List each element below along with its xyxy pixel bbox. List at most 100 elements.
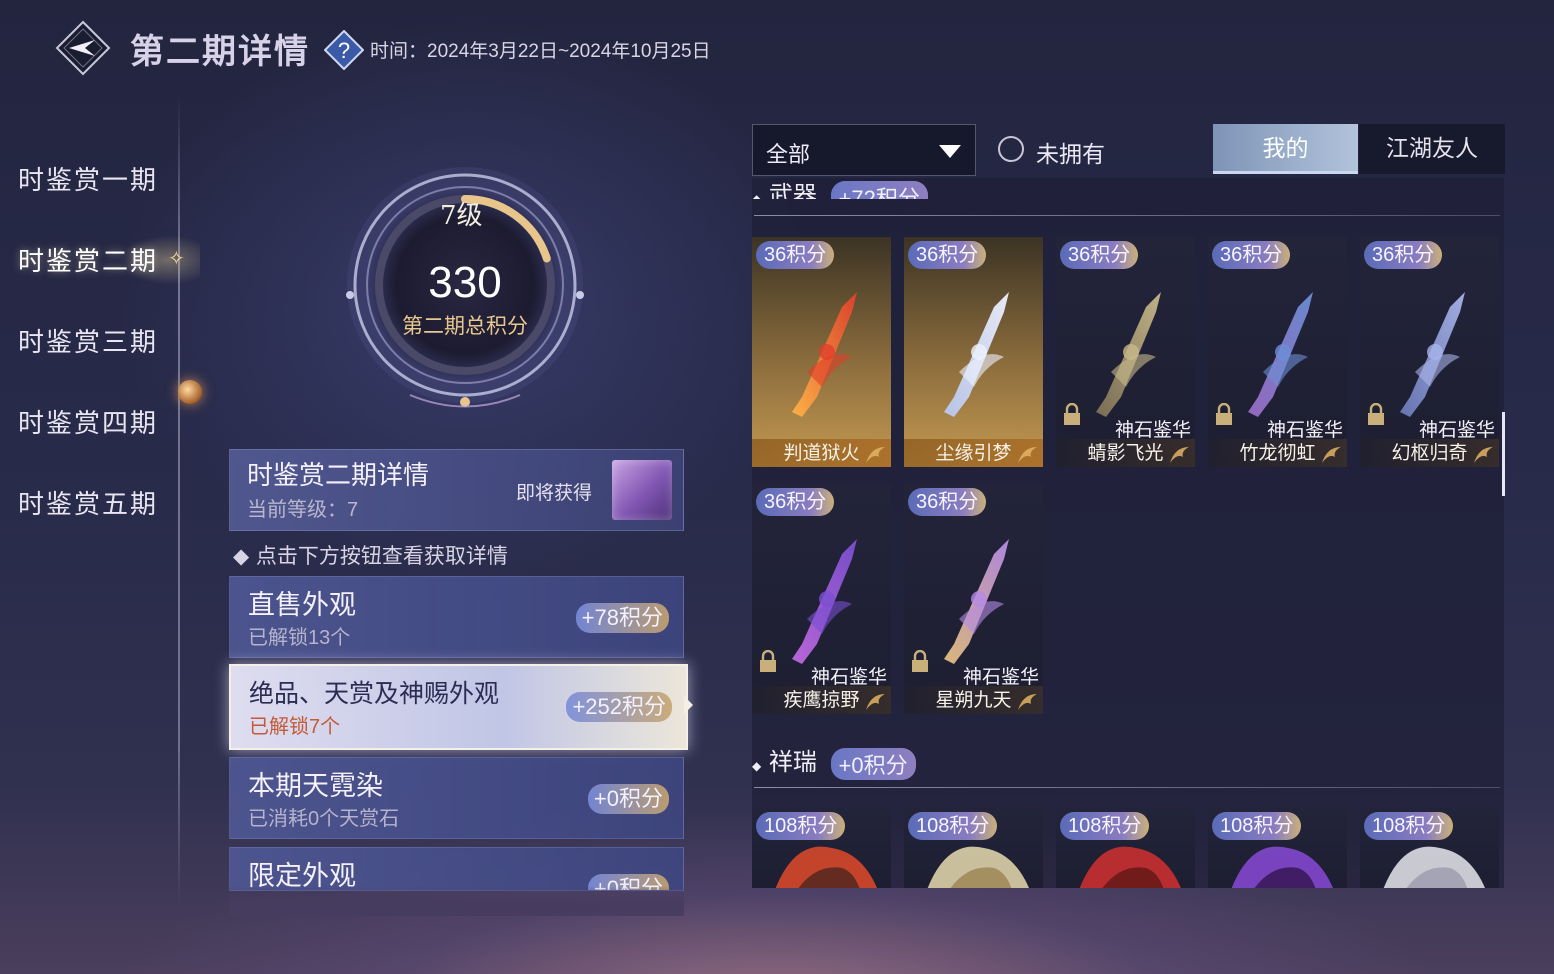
- weapon-item-card[interactable]: 36积分 判道狱火: [752, 237, 891, 467]
- item-points: 36积分: [1060, 241, 1139, 269]
- section-points: +0积分: [830, 747, 916, 780]
- weapon-art-icon: [1400, 292, 1465, 417]
- auspicious-item-card[interactable]: 108积分: [1360, 808, 1499, 888]
- category-points: +252积分: [566, 692, 672, 722]
- swirl-emblem-icon: [1018, 447, 1037, 463]
- weapon-item-card[interactable]: 36积分 尘缘引梦: [904, 237, 1043, 467]
- weapon-item-card[interactable]: 36积分 神石鉴华 竹龙彻虹: [1208, 237, 1347, 467]
- item-points: 36积分: [1212, 241, 1291, 269]
- lock-icon: [1368, 403, 1384, 425]
- item-points: 36积分: [756, 488, 835, 516]
- season-detail-title: 时鉴赏二期详情: [247, 461, 430, 491]
- item-points: 108积分: [908, 812, 998, 840]
- hint-text: ◆ 点击下方按钮查看获取详情: [233, 544, 508, 568]
- category-limited[interactable]: 限定外观 +0积分: [229, 847, 684, 891]
- item-tag: 神石鉴华: [810, 666, 887, 688]
- category-title: 本期天霓染: [248, 771, 383, 802]
- section-name: 武器: [768, 181, 817, 199]
- lock-icon: [760, 650, 776, 672]
- nav-divider: [178, 95, 180, 905]
- weapon-item-card[interactable]: 36积分 神石鉴华 蜻影飞光: [1056, 237, 1195, 467]
- lock-icon: [1064, 403, 1080, 425]
- list-scrollbar[interactable]: [1502, 412, 1505, 496]
- item-points: 36积分: [1364, 241, 1443, 269]
- nav-item-season-1[interactable]: 时鉴赏一期: [18, 160, 158, 197]
- category-sub: 已消耗0个天赏石: [248, 808, 400, 830]
- lock-icon: [1216, 403, 1232, 425]
- weapon-art-icon: [1096, 292, 1161, 417]
- nav-item-season-4[interactable]: 时鉴赏四期: [18, 403, 158, 440]
- filter-dropdown-value: 全部: [766, 143, 811, 168]
- item-tag: 神石鉴华: [962, 666, 1039, 688]
- back-button[interactable]: [55, 20, 111, 76]
- weapon-art-icon: [944, 539, 1009, 664]
- tab-mine[interactable]: 我的: [1213, 124, 1358, 174]
- auspicious-item-card[interactable]: 108积分: [1056, 808, 1195, 888]
- weapon-art-icon: [1248, 292, 1313, 417]
- total-score: 330: [428, 258, 502, 307]
- tab-friends[interactable]: 江湖友人: [1359, 124, 1505, 174]
- auspicious-item-card[interactable]: 108积分: [1208, 808, 1347, 888]
- section-divider: [754, 787, 1500, 788]
- filter-dropdown[interactable]: 全部: [752, 124, 976, 176]
- swirl-emblem-icon: [866, 447, 885, 463]
- weapon-item-card[interactable]: 36积分 神石鉴华 星朔九天: [904, 484, 1043, 714]
- nav-active-marker-icon: ✧: [168, 248, 185, 270]
- category-sub: 已解锁13个: [248, 627, 351, 649]
- item-tag: 神石鉴华: [1266, 419, 1343, 441]
- section-weapon-header: ◆ 武器 +72积分: [752, 175, 928, 199]
- category-title: 绝品、天赏及神赐外观: [249, 679, 500, 708]
- weapon-item-card[interactable]: 36积分 神石鉴华 疾鹰掠野: [752, 484, 891, 714]
- help-icon: ?: [323, 29, 365, 71]
- weapon-item-card[interactable]: 36积分 神石鉴华 幻枢归奇: [1360, 237, 1499, 467]
- section-name: 祥瑞: [768, 748, 817, 776]
- item-points: 108积分: [1364, 812, 1454, 840]
- back-arrow-icon: [55, 20, 111, 76]
- current-level: 当前等级：7: [247, 499, 359, 521]
- category-title: 直售外观: [248, 590, 356, 621]
- item-points: 36积分: [756, 241, 835, 269]
- swirl-emblem-icon: [1170, 447, 1189, 463]
- total-score-label: 第二期总积分: [402, 314, 528, 338]
- category-dye[interactable]: 本期天霓染 已消耗0个天赏石 +0积分: [229, 757, 684, 839]
- item-tag: 神石鉴华: [1114, 419, 1191, 441]
- upcoming-reward-label: 即将获得: [516, 482, 593, 504]
- chevron-down-icon: [939, 145, 961, 158]
- svg-text:?: ?: [338, 38, 350, 63]
- nav-item-season-3[interactable]: 时鉴赏三期: [18, 322, 158, 359]
- section-auspicious-header: ◆ 祥瑞 +0积分: [752, 742, 916, 780]
- category-premium-outfits[interactable]: 绝品、天赏及神赐外观 已解锁7个 +252积分: [229, 664, 688, 750]
- nav-item-season-5[interactable]: 时鉴赏五期: [18, 484, 158, 521]
- bullet-icon: ◆: [752, 759, 762, 773]
- swirl-emblem-icon: [1474, 447, 1493, 463]
- weapon-art-icon: [944, 292, 1009, 417]
- auspicious-item-card[interactable]: 108积分: [752, 808, 891, 888]
- category-direct-sale[interactable]: 直售外观 已解锁13个 +78积分: [229, 576, 684, 658]
- season-time: 时间：2024年3月22日~2024年10月25日: [370, 41, 711, 62]
- lock-icon: [912, 650, 928, 672]
- item-points: 108积分: [1212, 812, 1302, 840]
- help-button[interactable]: ?: [323, 29, 365, 71]
- item-points: 108积分: [756, 812, 846, 840]
- item-points: 36积分: [908, 488, 987, 516]
- category-points: +0积分: [587, 784, 669, 814]
- nav-item-season-2[interactable]: 时鉴赏二期: [18, 241, 158, 278]
- weapon-art-icon: [792, 539, 857, 664]
- section-divider: [754, 215, 1500, 216]
- swirl-emblem-icon: [1322, 447, 1341, 463]
- unowned-label[interactable]: 未拥有: [1036, 135, 1105, 169]
- weapon-art-icon: [792, 292, 857, 417]
- page-title: 第二期详情: [130, 32, 310, 72]
- unowned-radio[interactable]: [998, 136, 1024, 162]
- swirl-emblem-icon: [866, 694, 885, 710]
- upcoming-reward-icon[interactable]: [612, 460, 672, 520]
- category-selected-arrow-icon: [684, 696, 693, 714]
- section-points: +72积分: [830, 180, 928, 199]
- category-sub: 已解锁7个: [249, 716, 341, 738]
- item-points: 108积分: [1060, 812, 1150, 840]
- auspicious-item-card[interactable]: 108积分: [904, 808, 1043, 888]
- category-points: +78积分: [575, 603, 669, 633]
- swirl-emblem-icon: [1018, 694, 1037, 710]
- item-points: 36积分: [908, 241, 987, 269]
- nav-orb-icon: [178, 380, 202, 404]
